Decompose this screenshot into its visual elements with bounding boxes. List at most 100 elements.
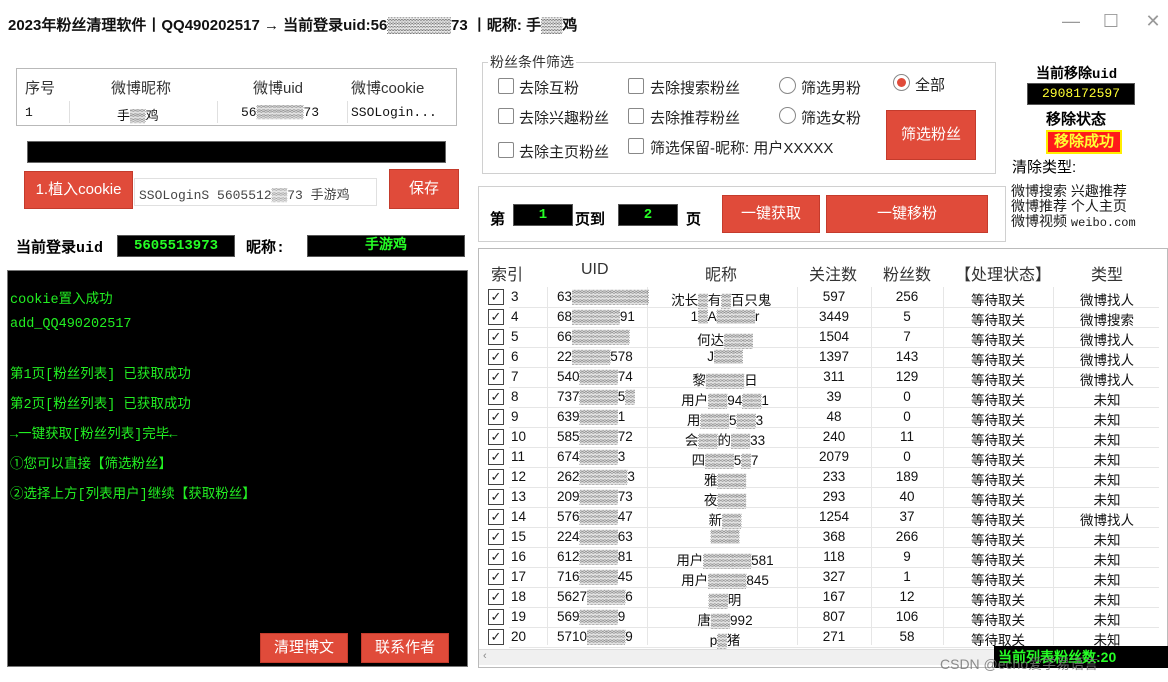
row-type: 未知 bbox=[1093, 553, 1121, 568]
contact-author-button[interactable]: 联系作者 bbox=[361, 633, 449, 663]
female-radio[interactable] bbox=[779, 107, 796, 124]
log-line: add_QQ490202517 bbox=[10, 317, 132, 332]
mutual-checkbox[interactable] bbox=[498, 78, 514, 94]
inject-cookie-button[interactable]: 1.植入cookie bbox=[24, 171, 133, 209]
row-checkbox[interactable]: ✓ bbox=[488, 489, 504, 505]
row-checkbox[interactable]: ✓ bbox=[488, 389, 504, 405]
homepage-checkbox[interactable] bbox=[498, 142, 514, 158]
page-from-input[interactable]: 1 bbox=[513, 204, 573, 226]
table-row[interactable]: ✓ 16 612▒▒▒▒81 用户▒▒▒▒▒581 118 9 等待取关 未知 bbox=[479, 547, 1167, 568]
row-follow: 167 bbox=[822, 589, 846, 604]
th-type: 类型 bbox=[1091, 267, 1124, 284]
recommend-checkbox[interactable] bbox=[628, 108, 644, 124]
table-row[interactable]: ✓ 9 639▒▒▒▒1 用▒▒▒5▒▒3 48 0 等待取关 未知 bbox=[479, 407, 1167, 428]
table-row[interactable]: ✓ 14 576▒▒▒▒47 新▒▒ 1254 37 等待取关 微博找人 bbox=[479, 507, 1167, 528]
type-video: 微博视频 bbox=[1011, 213, 1067, 229]
table-row[interactable]: ✓ 15 224▒▒▒▒63 ▒▒▒ 368 266 等待取关 未知 bbox=[479, 527, 1167, 548]
search-checkbox[interactable] bbox=[628, 78, 644, 94]
cookie-input[interactable]: SSOLoginS 5605512▒▒73 手游鸡 bbox=[134, 178, 377, 206]
row-checkbox[interactable]: ✓ bbox=[488, 449, 504, 465]
account-row-index[interactable]: 1 bbox=[25, 105, 33, 120]
row-state: 等待取关 bbox=[971, 313, 1025, 328]
row-checkbox[interactable]: ✓ bbox=[488, 409, 504, 425]
row-follow: 327 bbox=[822, 569, 846, 584]
row-checkbox[interactable]: ✓ bbox=[488, 429, 504, 445]
table-row[interactable]: ✓ 18 5627▒▒▒▒6 ▒▒明 167 12 等待取关 未知 bbox=[479, 587, 1167, 608]
row-state: 等待取关 bbox=[971, 433, 1025, 448]
row-checkbox[interactable]: ✓ bbox=[488, 329, 504, 345]
table-row[interactable]: ✓ 12 262▒▒▒▒▒3 雅▒▒▒ 233 189 等待取关 未知 bbox=[479, 467, 1167, 488]
th-nick: 昵称 bbox=[705, 267, 738, 284]
row-checkbox[interactable]: ✓ bbox=[488, 609, 504, 625]
row-index: 13 bbox=[511, 489, 527, 504]
row-uid: 540▒▒▒▒74 bbox=[557, 369, 633, 384]
row-checkbox[interactable]: ✓ bbox=[488, 309, 504, 325]
row-state: 等待取关 bbox=[971, 293, 1025, 308]
table-row[interactable]: ✓ 5 66▒▒▒▒▒▒ 何达▒▒▒ 1504 7 等待取关 微博找人 bbox=[479, 327, 1167, 348]
page-to-input[interactable]: 2 bbox=[618, 204, 678, 226]
table-row[interactable]: ✓ 19 569▒▒▒▒9 唐▒▒992 807 106 等待取关 未知 bbox=[479, 607, 1167, 628]
col-header-cookie: 微博cookie bbox=[351, 80, 425, 97]
remove-all-button[interactable]: 一键移粉 bbox=[826, 195, 988, 233]
table-row[interactable]: ✓ 8 737▒▒▒▒5▒ 用户▒▒94▒▒1 39 0 等待取关 未知 bbox=[479, 387, 1167, 408]
row-follow: 1504 bbox=[818, 329, 850, 344]
row-checkbox[interactable]: ✓ bbox=[488, 349, 504, 365]
table-row[interactable]: ✓ 6 22▒▒▒▒578 J▒▒▒ 1397 143 等待取关 微博找人 bbox=[479, 347, 1167, 368]
login-nick-value: 手游鸡 bbox=[307, 235, 465, 257]
row-uid: 66▒▒▒▒▒▒ bbox=[557, 329, 630, 344]
male-radio[interactable] bbox=[779, 77, 796, 94]
row-checkbox[interactable]: ✓ bbox=[488, 509, 504, 525]
minimize-icon[interactable]: — bbox=[1056, 6, 1086, 36]
row-type: 微博找人 bbox=[1080, 373, 1134, 388]
row-index: 3 bbox=[511, 289, 519, 304]
clear-type-list: 微博搜索 兴趣推荐 微博推荐 个人主页 微博视频 weibo.com bbox=[1011, 184, 1136, 231]
table-row[interactable]: ✓ 3 63▒▒▒▒▒▒▒▒ 沈长▒有▒百只鬼_ 597 256 等待取关 微博找人 bbox=[479, 287, 1167, 308]
row-follow: 271 bbox=[822, 629, 846, 644]
table-row[interactable]: ✓ 7 540▒▒▒▒74 黎▒▒▒▒日 311 129 等待取关 微博找人 bbox=[479, 367, 1167, 388]
table-row[interactable]: ✓ 13 209▒▒▒▒73 夜▒▒▒ 293 40 等待取关 未知 bbox=[479, 487, 1167, 508]
filter-fans-button[interactable]: 筛选粉丝 bbox=[886, 110, 976, 160]
account-row-cookie[interactable]: SSOLogin... bbox=[351, 105, 437, 120]
all-radio[interactable] bbox=[893, 74, 910, 91]
row-follow: 233 bbox=[822, 469, 846, 484]
th-state: 【处理状态】 bbox=[955, 267, 1052, 284]
col-header-nickname: 微博昵称 bbox=[111, 80, 172, 97]
close-icon[interactable]: ✕ bbox=[1138, 6, 1168, 36]
row-type: 微博找人 bbox=[1080, 513, 1134, 528]
table-row[interactable]: ✓ 10 585▒▒▒▒72 会▒▒的▒▒33 240 11 等待取关 未知 bbox=[479, 427, 1167, 448]
maximize-icon[interactable]: ☐ bbox=[1096, 6, 1126, 36]
account-row-nickname[interactable]: 手▒▒鸡 bbox=[117, 105, 159, 124]
row-nick: 会▒▒的▒▒33 bbox=[684, 433, 766, 448]
window-title: 2023年粉丝清理软件丨QQ490202517 → 当前登录uid:56▒▒▒▒… bbox=[8, 17, 578, 34]
col-header-index: 序号 bbox=[25, 80, 56, 97]
clean-posts-button[interactable]: 清理博文 bbox=[260, 633, 348, 663]
account-row-uid[interactable]: 56▒▒▒▒▒▒73 bbox=[241, 105, 319, 120]
female-label: 筛选女粉 bbox=[801, 110, 862, 127]
account-table: 序号 微博昵称 微博uid 微博cookie 1 手▒▒鸡 56▒▒▒▒▒▒73… bbox=[16, 68, 457, 126]
row-index: 10 bbox=[511, 429, 527, 444]
row-checkbox[interactable]: ✓ bbox=[488, 529, 504, 545]
row-checkbox[interactable]: ✓ bbox=[488, 289, 504, 305]
row-uid: 5627▒▒▒▒6 bbox=[557, 589, 633, 604]
row-checkbox[interactable]: ✓ bbox=[488, 469, 504, 485]
row-state: 等待取关 bbox=[971, 373, 1025, 388]
table-row[interactable]: ✓ 4 68▒▒▒▒▒91 1▒A▒▒▒▒r 3449 5 等待取关 微博搜索 bbox=[479, 307, 1167, 328]
keep-checkbox[interactable] bbox=[628, 138, 644, 154]
type-homepage: 个人主页 bbox=[1070, 198, 1127, 214]
row-type: 未知 bbox=[1093, 573, 1121, 588]
fetch-all-button[interactable]: 一键获取 bbox=[722, 195, 820, 233]
row-checkbox[interactable]: ✓ bbox=[488, 549, 504, 565]
row-checkbox[interactable]: ✓ bbox=[488, 369, 504, 385]
search-label: 去除搜索粉丝 bbox=[650, 80, 741, 97]
save-button[interactable]: 保存 bbox=[389, 169, 459, 209]
interest-checkbox[interactable] bbox=[498, 108, 514, 124]
row-checkbox[interactable]: ✓ bbox=[488, 629, 504, 645]
row-nick: 唐▒▒992 bbox=[697, 613, 753, 628]
table-row[interactable]: ✓ 20 5710▒▒▒▒9 p▒猪 271 58 等待取关 未知 bbox=[479, 627, 1167, 648]
table-row[interactable]: ✓ 17 716▒▒▒▒45 用户▒▒▒▒845 327 1 等待取关 未知 bbox=[479, 567, 1167, 588]
scroll-left-icon[interactable]: ‹ bbox=[483, 650, 487, 662]
row-checkbox[interactable]: ✓ bbox=[488, 569, 504, 585]
table-row[interactable]: ✓ 11 674▒▒▒▒3 四▒▒▒5▒7 2079 0 等待取关 未知 bbox=[479, 447, 1167, 468]
row-checkbox[interactable]: ✓ bbox=[488, 589, 504, 605]
row-follow: 3449 bbox=[818, 309, 850, 324]
